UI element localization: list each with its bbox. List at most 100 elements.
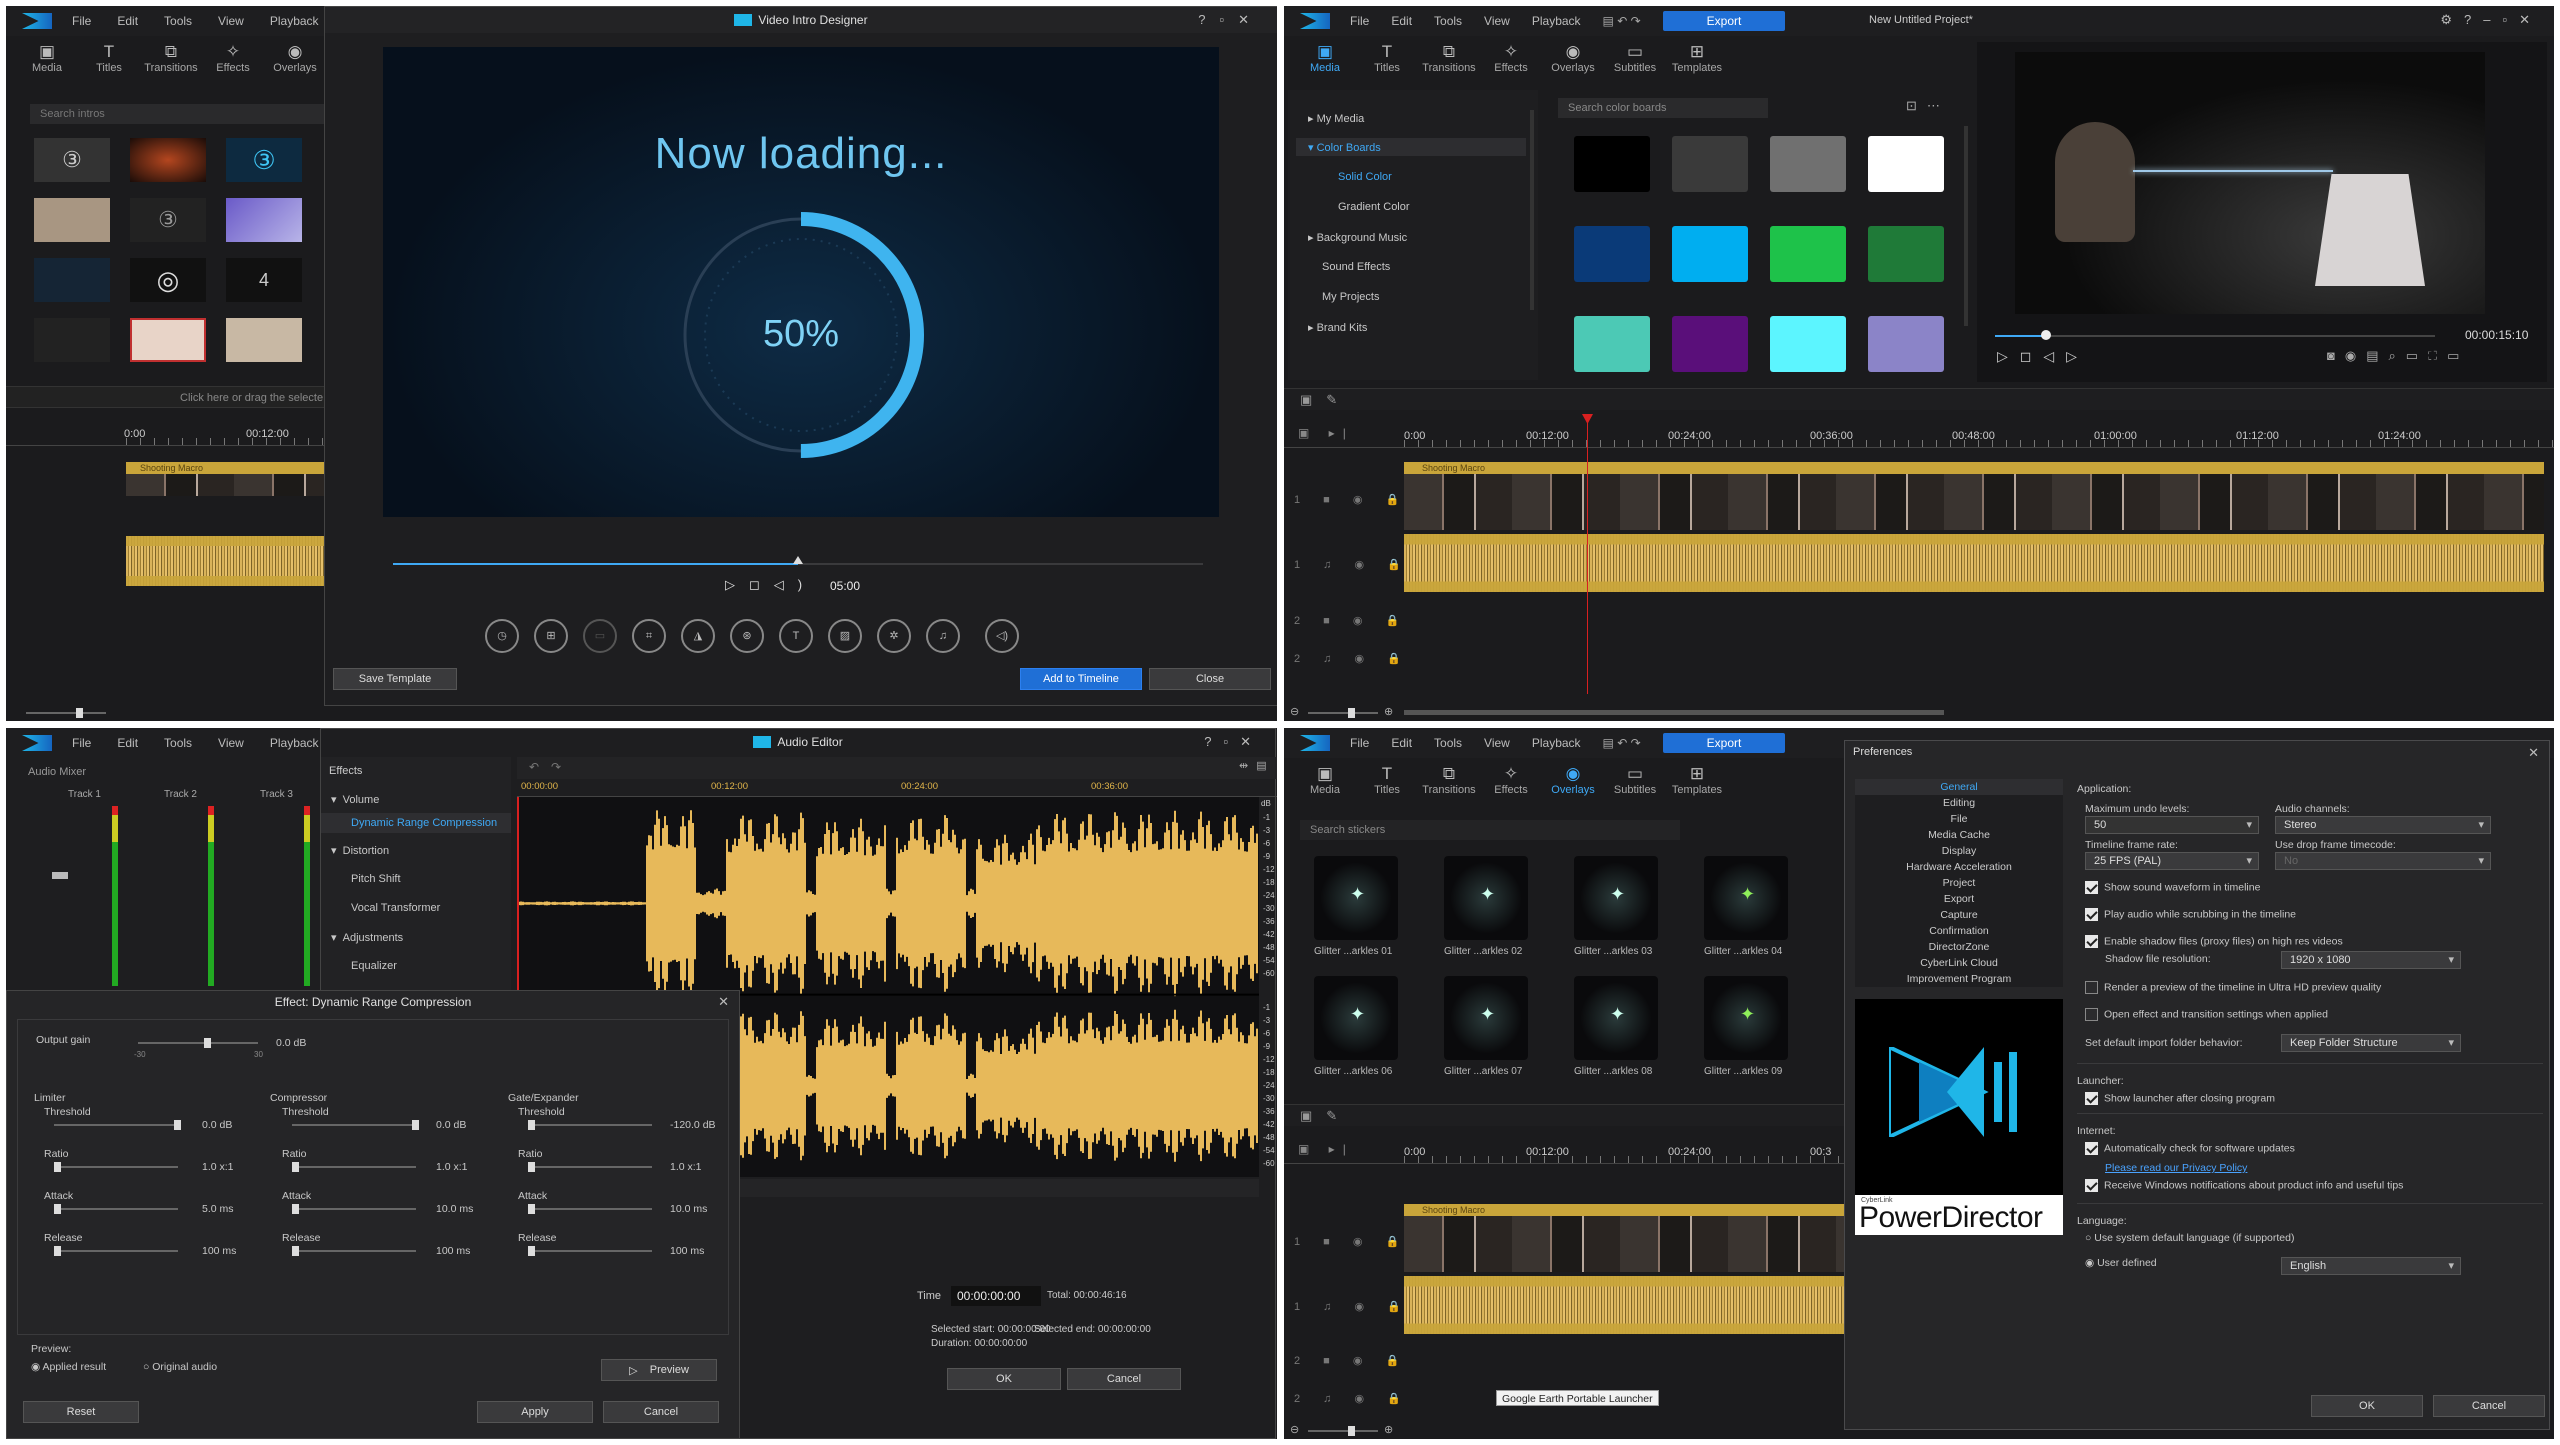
video-track-clip-header[interactable]: Shooting Macro <box>126 462 326 474</box>
effect-vocal-transformer[interactable]: Vocal Transformer <box>351 902 440 914</box>
intro-thumbnail[interactable] <box>34 318 110 362</box>
track-1-controls[interactable]: 1 ■ ◉ 🔒 <box>1294 493 1409 506</box>
gate-ratio-slider[interactable] <box>528 1162 652 1172</box>
effects-room-button[interactable]: ✧ Effects <box>1480 764 1542 796</box>
tree-my-projects[interactable]: My Projects <box>1322 291 1379 303</box>
pref-nav-item[interactable]: Capture <box>1855 907 2063 923</box>
ok-button[interactable]: OK <box>947 1368 1061 1390</box>
slider-knob[interactable] <box>204 1038 211 1048</box>
playhead-handle[interactable] <box>1582 414 1593 424</box>
opt-uhd-preview[interactable]: Render a preview of the timeline in Ultr… <box>2085 981 2381 994</box>
playhead-line[interactable] <box>1587 418 1588 694</box>
menu-tools[interactable]: Tools <box>164 14 192 28</box>
intro-thumbnail[interactable]: 4 <box>226 258 302 302</box>
opt-open-settings[interactable]: Open effect and transition settings when… <box>2085 1008 2328 1021</box>
menu-file[interactable]: File <box>72 736 91 750</box>
tree-gradient-color[interactable]: Gradient Color <box>1338 201 1410 213</box>
effect-equalizer[interactable]: Equalizer <box>351 960 397 972</box>
menu-view[interactable]: View <box>218 736 244 750</box>
pref-nav-item[interactable]: Editing <box>1855 795 2063 811</box>
menu-tools[interactable]: Tools <box>1434 14 1462 28</box>
pref-nav-item[interactable]: File <box>1855 811 2063 827</box>
video-track-clip-header[interactable]: Shooting Macro <box>1404 462 2544 474</box>
shadow-res-select[interactable]: 1920 x 1080 <box>2281 951 2461 969</box>
video-track-clip-header[interactable]: Shooting Macro <box>1404 1204 1844 1216</box>
timeline-tool-icons[interactable]: ▣✎ <box>1300 1108 1351 1124</box>
effect-group-adjustments[interactable]: ▾ Adjustments <box>331 931 403 944</box>
reset-button[interactable]: Reset <box>23 1401 139 1423</box>
crop-icon[interactable]: ⌗ <box>632 619 666 653</box>
titles-room-button[interactable]: T Titles <box>1356 42 1418 74</box>
slider-knob[interactable] <box>528 1120 535 1130</box>
tree-scrollbar[interactable] <box>1530 110 1534 310</box>
sticker-thumbnail[interactable]: ✦ <box>1574 856 1658 940</box>
preview-tool-icons[interactable]: ◙◉▤⌕▭⛶▭ <box>2327 348 2469 364</box>
checkbox-checked[interactable] <box>2085 1142 2098 1155</box>
timeline-hscrollbar[interactable] <box>1404 710 1944 715</box>
undo-redo-icons[interactable]: ▤ ↶ ↷ <box>1603 14 1641 28</box>
track-2-controls[interactable]: 2 ■ ◉ 🔒 <box>1294 1354 1409 1367</box>
max-undo-spinner[interactable]: 50 <box>2085 816 2259 834</box>
checkbox-checked[interactable] <box>2085 908 2098 921</box>
color-swatch[interactable] <box>1868 226 1944 282</box>
track-2-audio-controls[interactable]: 2 ♫ ◉ 🔒 <box>1294 652 1411 665</box>
slider-knob[interactable] <box>292 1246 299 1256</box>
tree-sound-effects[interactable]: Sound Effects <box>1322 261 1390 273</box>
color-swatch[interactable] <box>1868 316 1944 372</box>
overlays-room-button[interactable]: ◉ Overlays <box>264 42 326 74</box>
opt-shadow-files[interactable]: Enable shadow files (proxy files) on hig… <box>2085 935 2343 948</box>
preview-button[interactable]: ▷ Preview <box>601 1359 717 1381</box>
color-swatch[interactable] <box>1672 316 1748 372</box>
limiter-ratio-slider[interactable] <box>54 1162 178 1172</box>
titles-room-button[interactable]: T Titles <box>1356 764 1418 796</box>
drop-frame-select[interactable]: No <box>2275 852 2491 870</box>
effect-drc[interactable]: Dynamic Range Compression <box>351 817 497 829</box>
zoom-out-icon[interactable]: ⊖ <box>1290 1423 1299 1436</box>
intro-thumbnail[interactable] <box>34 198 110 242</box>
track-2-audio-controls[interactable]: 2 ♫ ◉ 🔒 <box>1294 1392 1411 1405</box>
menu-playback[interactable]: Playback <box>270 14 319 28</box>
menu-edit[interactable]: Edit <box>117 14 138 28</box>
intro-thumbnail[interactable] <box>226 198 302 242</box>
limiter-threshold-slider[interactable] <box>54 1120 181 1130</box>
tree-background-music[interactable]: ▸ Background Music <box>1308 231 1407 244</box>
menu-view[interactable]: View <box>1484 736 1510 750</box>
opt-windows-notifications[interactable]: Receive Windows notifications about prod… <box>2085 1179 2403 1192</box>
opt-sound-waveform[interactable]: Show sound waveform in timeline <box>2085 881 2260 894</box>
intro-thumbnail[interactable] <box>130 138 206 182</box>
compressor-threshold-slider[interactable] <box>292 1120 419 1130</box>
pref-nav-item[interactable]: General <box>1855 779 2063 795</box>
transitions-room-button[interactable]: ⧉ Transitions <box>1418 42 1480 74</box>
pref-nav-item[interactable]: Media Cache <box>1855 827 2063 843</box>
templates-room-button[interactable]: ⊞ Templates <box>1666 42 1728 74</box>
menu-view[interactable]: View <box>218 14 244 28</box>
undo-redo-icons[interactable]: ↶↷ <box>529 760 573 774</box>
menu-edit[interactable]: Edit <box>1391 14 1412 28</box>
slider-knob[interactable] <box>528 1246 535 1256</box>
cancel-button[interactable]: Cancel <box>603 1401 719 1423</box>
language-select[interactable]: English <box>2281 1257 2461 1275</box>
mixer-fader-knob[interactable] <box>52 872 68 879</box>
sticker-thumbnail[interactable]: ✦ <box>1314 856 1398 940</box>
lang-system-default-radio[interactable]: ○ Use system default language (if suppor… <box>2085 1232 2294 1244</box>
slider-knob[interactable] <box>528 1204 535 1214</box>
pref-nav-item[interactable]: CyberLink Cloud <box>1855 955 2063 971</box>
overlays-room-button[interactable]: ◉ Overlays <box>1542 42 1604 74</box>
sticker-thumbnail[interactable]: ✦ <box>1444 976 1528 1060</box>
tree-brand-kits[interactable]: ▸ Brand Kits <box>1308 321 1367 334</box>
pref-nav-item[interactable]: Display <box>1855 843 2063 859</box>
gate-threshold-slider[interactable] <box>528 1120 652 1130</box>
color-swatch[interactable] <box>1868 136 1944 192</box>
media-room-button[interactable]: ▣ Media <box>16 42 78 74</box>
menu-playback[interactable]: Playback <box>1532 736 1581 750</box>
sticker-thumbnail[interactable]: ✦ <box>1704 976 1788 1060</box>
tree-color-boards[interactable]: ▾ Color Boards <box>1308 141 1381 154</box>
opt-show-launcher[interactable]: Show launcher after closing program <box>2085 1092 2275 1105</box>
timeline-view-icons[interactable]: ▣ ▸| <box>1298 426 1354 440</box>
playback-scrubber[interactable] <box>393 556 1203 565</box>
window-controls[interactable]: ?▫✕ <box>1198 12 1263 28</box>
close-icon[interactable]: ✕ <box>2528 745 2539 761</box>
zoom-slider[interactable] <box>1308 708 1378 718</box>
pref-nav-item[interactable]: Improvement Program <box>1855 971 2063 987</box>
zoom-in-icon[interactable]: ⊕ <box>1384 1423 1393 1436</box>
